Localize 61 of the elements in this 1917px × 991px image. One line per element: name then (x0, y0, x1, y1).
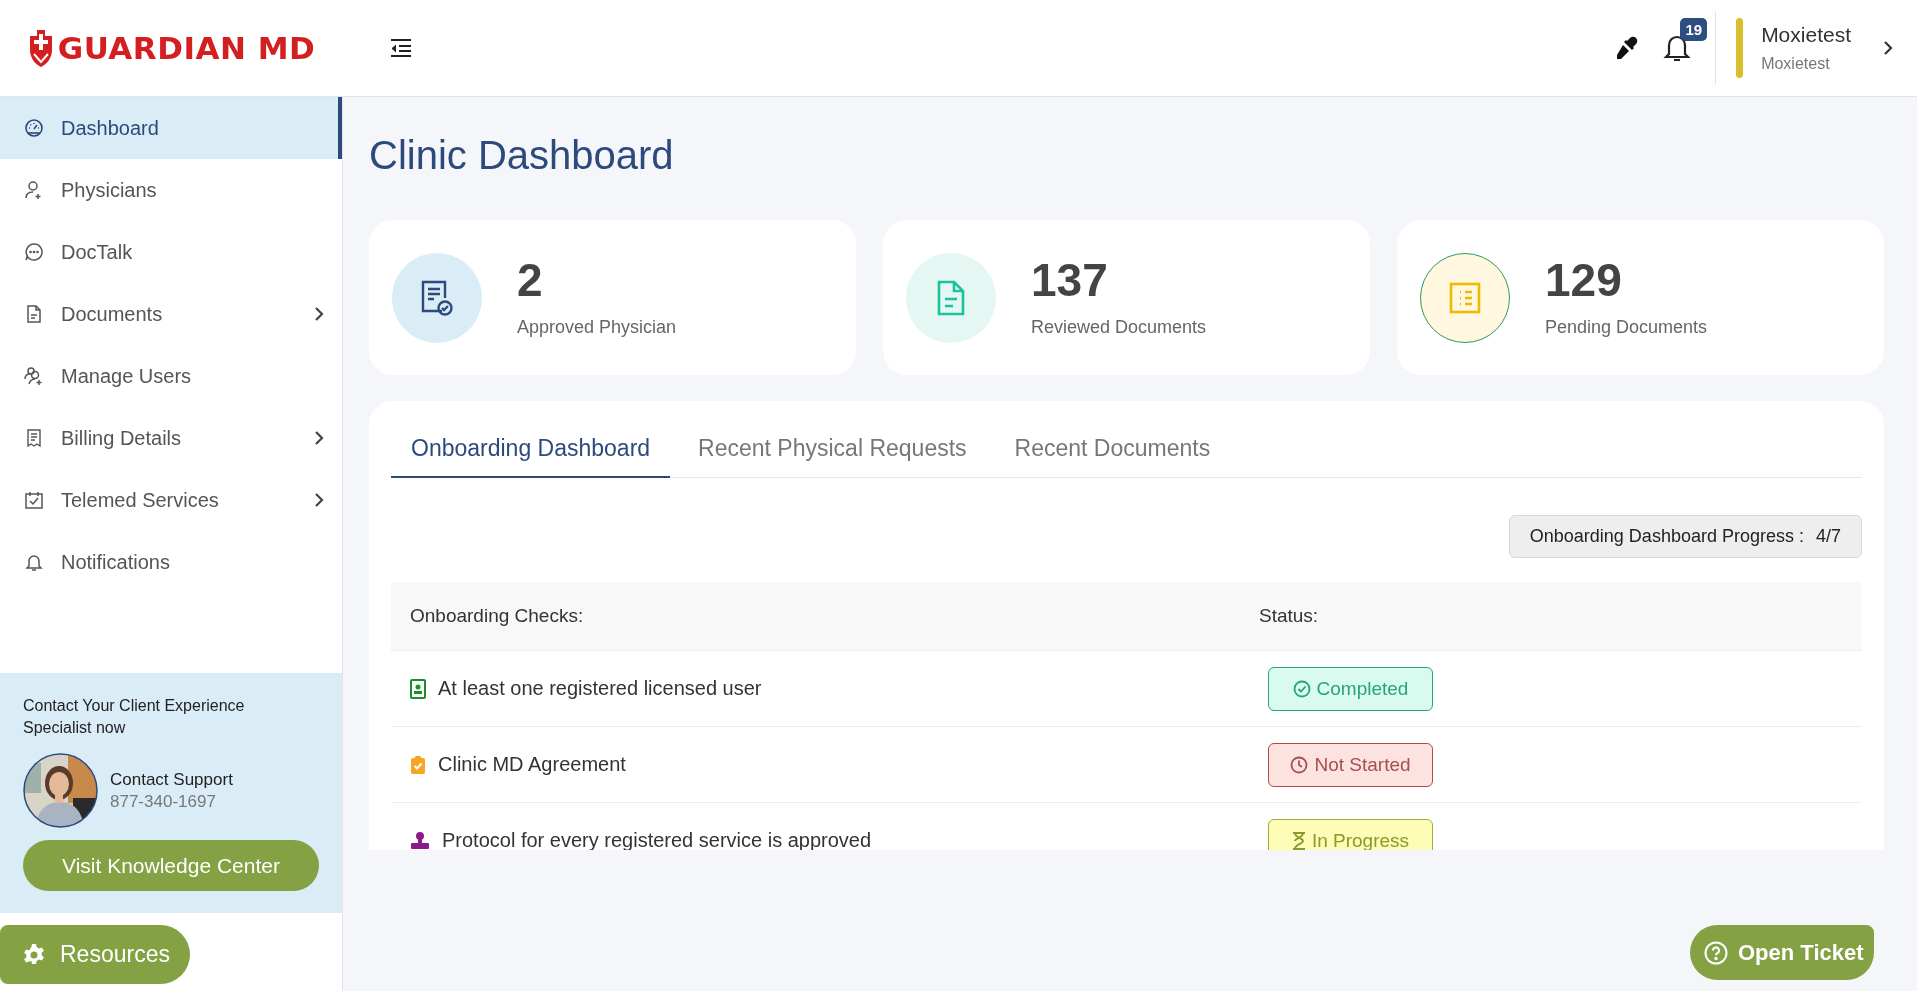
page-title: Clinic Dashboard (369, 132, 674, 179)
stat-value: 2 (517, 257, 544, 303)
column-header: Status: (1259, 605, 1319, 627)
column-header: Onboarding Checks: (410, 605, 584, 627)
hourglass-icon (1291, 831, 1306, 850)
chevron-right-icon (314, 430, 324, 446)
chat-icon (24, 242, 44, 262)
tab[interactable]: Recent Documents (994, 427, 1231, 478)
progress-indicator: Onboarding Dashboard Progress : 4/7 (1508, 515, 1862, 558)
stamp-icon (410, 830, 430, 850)
check-circle-icon (1292, 679, 1311, 698)
bell-icon (24, 552, 44, 572)
support-title: Contact Support (110, 769, 233, 790)
sidebar-item[interactable]: DocTalk (0, 221, 342, 283)
calendar-check-icon (24, 490, 44, 510)
menu-icon (389, 38, 413, 58)
status-bar-accent (1736, 18, 1744, 78)
user-menu-button[interactable] (1883, 40, 1893, 56)
status-badge: Not Started (1268, 742, 1433, 787)
sidebar-item[interactable]: Documents (0, 283, 342, 345)
stat-label: Reviewed Documents (1031, 317, 1207, 338)
sidebar-item[interactable]: Billing Details (0, 407, 342, 469)
brand-logo: GUARDIAN MD (57, 30, 316, 66)
user-subtitle: Moxietest (1761, 55, 1831, 73)
notification-count: 19 (1680, 18, 1708, 41)
shield-logo-icon (27, 28, 54, 68)
support-phone: 877-340-1697 (110, 791, 217, 812)
document-icon (24, 304, 44, 324)
stat-value: 129 (1545, 257, 1623, 303)
sidebar-item[interactable]: Dashboard (0, 97, 342, 159)
chevron-right-icon (1883, 40, 1893, 56)
document-check-icon (420, 278, 454, 317)
document-icon (936, 278, 966, 317)
gauge-icon (24, 118, 44, 138)
user-name: Moxietest (1761, 23, 1851, 47)
list-icon (1448, 280, 1482, 315)
stat-value: 137 (1031, 257, 1109, 303)
sidebar-item[interactable]: Physicians (0, 159, 342, 221)
user-plus-icon (24, 180, 44, 200)
sidebar-item[interactable]: Notifications (0, 531, 342, 593)
support-prompt: Contact Your Client Experience Specialist now (23, 696, 246, 738)
status-badge: Completed (1268, 666, 1433, 711)
chevron-right-icon (314, 492, 324, 508)
tab[interactable]: Onboarding Dashboard (391, 427, 671, 478)
notifications-button[interactable]: 19 (1663, 18, 1708, 64)
stat-label: Approved Physician (517, 317, 677, 338)
clock-icon (1290, 755, 1309, 774)
receipt-icon (24, 428, 44, 448)
sidebar-item[interactable]: Telemed Services (0, 469, 342, 531)
gear-icon (22, 942, 46, 967)
check-label: At least one registered licensed user (438, 677, 762, 700)
stat-label: Pending Documents (1545, 317, 1708, 338)
sidebar-item[interactable]: Manage Users (0, 345, 342, 407)
users-icon (24, 366, 44, 386)
chevron-right-icon (314, 306, 324, 322)
id-badge-icon (410, 678, 426, 699)
status-badge: In Progress (1268, 818, 1433, 850)
tab[interactable]: Recent Physical Requests (678, 427, 987, 478)
help-icon (1704, 940, 1728, 965)
check-label: Clinic MD Agreement (438, 753, 626, 776)
clipboard-check-icon (410, 754, 426, 775)
